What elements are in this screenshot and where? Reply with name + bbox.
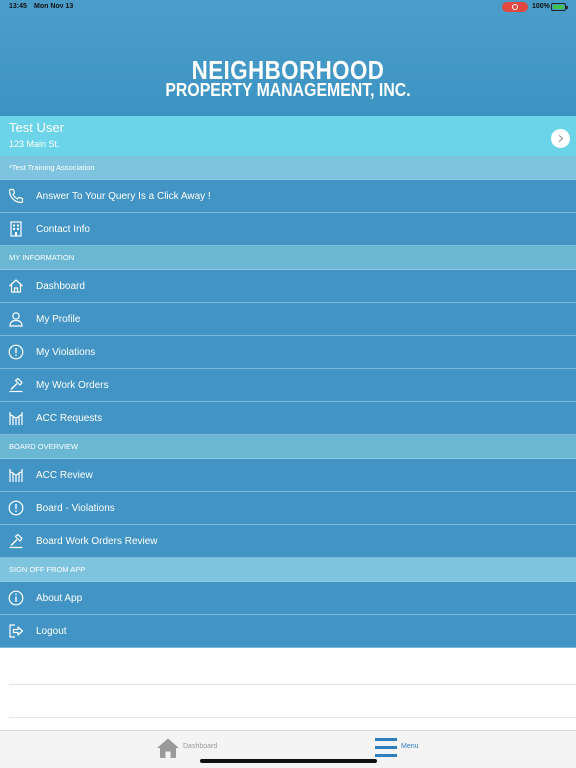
menu-item-contact-info[interactable]: Contact Info <box>0 213 576 246</box>
logo-line-2: PROPERTY MANAGEMENT, INC. <box>165 80 411 100</box>
exclamation-circle-icon <box>8 344 24 360</box>
menu-item-board-violations-label: Board - Violations <box>36 503 115 514</box>
home-icon <box>156 737 180 759</box>
section-my-information: MY INFORMATION <box>0 246 576 270</box>
menu-item-my-profile[interactable]: My Profile <box>0 303 576 336</box>
screen-recording-icon <box>502 2 528 12</box>
menu-item-my-violations-label: My Violations <box>36 347 96 358</box>
phone-icon <box>8 188 24 204</box>
menu-item-contact-info-label: Contact Info <box>36 224 90 235</box>
side-menu: *Test Training Association Answer To You… <box>0 156 576 648</box>
user-name: Test User <box>9 120 64 135</box>
menu-item-board-work-orders[interactable]: Board Work Orders Review <box>0 525 576 558</box>
section-sign-off: SIGN OFF FROM APP <box>0 558 576 582</box>
menu-item-board-violations[interactable]: Board - Violations <box>0 492 576 525</box>
divider <box>9 684 576 685</box>
hammer-icon <box>8 533 24 549</box>
tab-dashboard[interactable]: Dashboard <box>156 737 236 759</box>
gate-icon <box>8 410 24 426</box>
menu-item-dashboard[interactable]: Dashboard <box>0 270 576 303</box>
home-icon <box>8 278 24 294</box>
building-icon <box>8 221 24 237</box>
menu-item-acc-review[interactable]: ACC Review <box>0 459 576 492</box>
menu-icon <box>374 737 398 759</box>
status-time: 13:45 <box>9 3 27 10</box>
gate-icon <box>8 467 24 483</box>
user-address: 123 Main St. <box>9 139 60 149</box>
status-date: Mon Nov 13 <box>34 3 74 10</box>
user-card[interactable]: Test User 123 Main St. <box>0 116 576 156</box>
menu-item-my-work-orders-label: My Work Orders <box>36 380 109 391</box>
menu-item-query[interactable]: Answer To Your Query Is a Click Away ! <box>0 180 576 213</box>
person-icon <box>8 311 24 327</box>
menu-item-acc-requests-label: ACC Requests <box>36 413 103 424</box>
menu-item-board-work-orders-label: Board Work Orders Review <box>36 536 158 547</box>
section-association: *Test Training Association <box>0 156 576 180</box>
tab-menu[interactable]: Menu <box>374 737 434 759</box>
menu-item-dashboard-label: Dashboard <box>36 281 85 292</box>
section-board-overview: BOARD OVERVIEW <box>0 435 576 459</box>
info-circle-icon <box>8 590 24 606</box>
exclamation-circle-icon <box>8 500 24 516</box>
menu-item-my-violations[interactable]: My Violations <box>0 336 576 369</box>
tab-dashboard-label: Dashboard <box>183 743 218 750</box>
menu-item-about-app-label: About App <box>36 593 83 604</box>
menu-item-my-profile-label: My Profile <box>36 314 81 325</box>
battery-icon <box>551 3 568 11</box>
divider <box>9 717 576 718</box>
hammer-icon <box>8 377 24 393</box>
home-indicator[interactable] <box>200 759 377 763</box>
battery-percent: 100% <box>532 3 550 10</box>
menu-item-acc-review-label: ACC Review <box>36 470 93 481</box>
menu-item-my-work-orders[interactable]: My Work Orders <box>0 369 576 402</box>
menu-item-logout[interactable]: Logout <box>0 615 576 648</box>
logout-icon <box>8 623 24 639</box>
chevron-right-icon[interactable] <box>551 129 570 148</box>
empty-list-area <box>0 651 576 730</box>
menu-item-logout-label: Logout <box>36 626 67 637</box>
app-header: NEIGHBORHOOD PROPERTY MANAGEMENT, INC. <box>0 14 576 116</box>
tab-menu-label: Menu <box>401 743 419 750</box>
menu-item-about-app[interactable]: About App <box>0 582 576 615</box>
status-bar: 13:45 Mon Nov 13 100% <box>0 0 576 14</box>
menu-item-acc-requests[interactable]: ACC Requests <box>0 402 576 435</box>
menu-item-query-label: Answer To Your Query Is a Click Away ! <box>36 191 211 202</box>
